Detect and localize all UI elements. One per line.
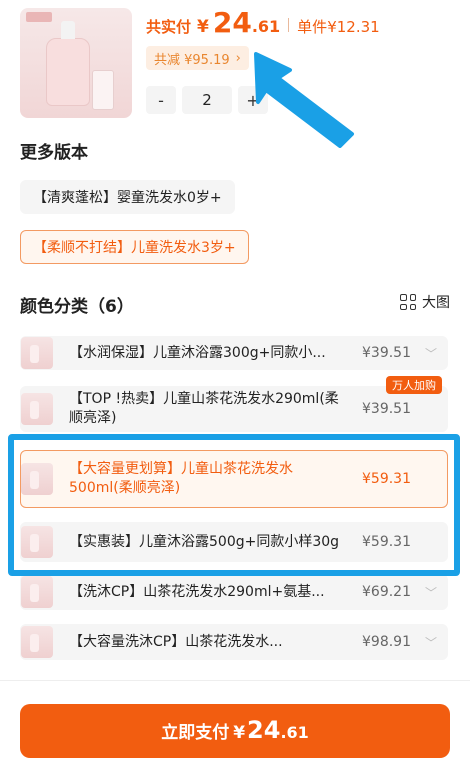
sample-tube-image — [92, 70, 114, 110]
option-price: ¥98.91 — [362, 634, 411, 650]
color-option[interactable]: 【TOP !热卖】儿童山茶花洗发水290ml(柔顺亮泽) ¥39.51 — [20, 386, 448, 432]
option-thumbnail — [21, 626, 53, 658]
divider — [0, 680, 470, 681]
discount-detail-button[interactable]: 共减 ¥95.19 › — [146, 46, 249, 70]
chevron-down-icon: ﹀ — [424, 585, 437, 600]
divider — [288, 18, 290, 32]
pay-amount-int: 24 — [247, 716, 281, 744]
unit-label: 单件 — [297, 18, 328, 36]
option-thumbnail — [21, 576, 53, 608]
color-category-title: 颜色分类（6） — [20, 297, 134, 317]
currency-symbol: ¥ — [197, 17, 209, 37]
version-option-selected[interactable]: 【柔顺不打结】儿童洗发水3岁+ — [20, 230, 249, 264]
total-label: 共实付 — [146, 18, 192, 36]
option-price: ¥69.21 — [362, 584, 411, 600]
total-price-int: 24 — [212, 6, 252, 39]
pay-now-button[interactable]: 立即支付 ¥ 24 .61 — [20, 704, 450, 758]
shampoo-bottle-image — [46, 21, 90, 106]
option-label: 【水润保湿】儿童沐浴露300g+同款小... — [69, 344, 326, 361]
chevron-down-icon: ﹀ — [424, 635, 437, 650]
price-summary: 共实付 ¥ 24 .61 单件 ¥12.31 — [146, 6, 380, 44]
version-option[interactable]: 【清爽蓬松】婴童洗发水0岁+ — [20, 180, 235, 214]
option-label: 【洗沐CP】山茶花洗发水290ml+氨基... — [69, 583, 325, 600]
annotation-arrow-icon — [254, 52, 354, 148]
option-label: 【TOP !热卖】儿童山茶花洗发水290ml(柔顺亮泽) — [69, 391, 339, 426]
color-option[interactable]: 【大容量洗沐CP】山茶花洗发水... ¥98.91 ﹀ — [20, 624, 448, 660]
popular-badge: 万人加购 — [386, 376, 442, 394]
product-thumbnail[interactable] — [20, 8, 132, 118]
brand-tag — [26, 12, 52, 22]
highlight-annotation-box — [8, 434, 460, 576]
decrease-button[interactable]: - — [146, 86, 176, 114]
large-view-label: 大图 — [422, 295, 450, 311]
option-thumbnail — [21, 337, 53, 369]
color-option[interactable]: 【洗沐CP】山茶花洗发水290ml+氨基... ¥69.21 ﹀ — [20, 574, 448, 610]
pay-label: 立即支付 — [161, 723, 230, 743]
discount-text: 共减 ¥95.19 — [154, 52, 230, 68]
pay-amount-dec: .61 — [280, 723, 309, 742]
quantity-value[interactable]: 2 — [182, 86, 232, 114]
color-option[interactable]: 【水润保湿】儿童沐浴露300g+同款小... ¥39.51 ﹀ — [20, 336, 448, 370]
total-price-dec: .61 — [251, 17, 281, 36]
grid-view-icon — [400, 294, 416, 310]
option-thumbnail — [21, 393, 53, 425]
option-label: 【大容量洗沐CP】山茶花洗发水... — [69, 633, 283, 650]
versions-title: 更多版本 — [20, 143, 88, 163]
unit-price: ¥12.31 — [327, 18, 380, 36]
pay-currency: ¥ — [233, 723, 246, 743]
option-price: ¥39.51 — [362, 345, 411, 361]
chevron-down-icon: ﹀ — [424, 346, 437, 361]
large-view-toggle[interactable]: 大图 — [400, 292, 450, 312]
option-price: ¥39.51 — [362, 401, 411, 417]
